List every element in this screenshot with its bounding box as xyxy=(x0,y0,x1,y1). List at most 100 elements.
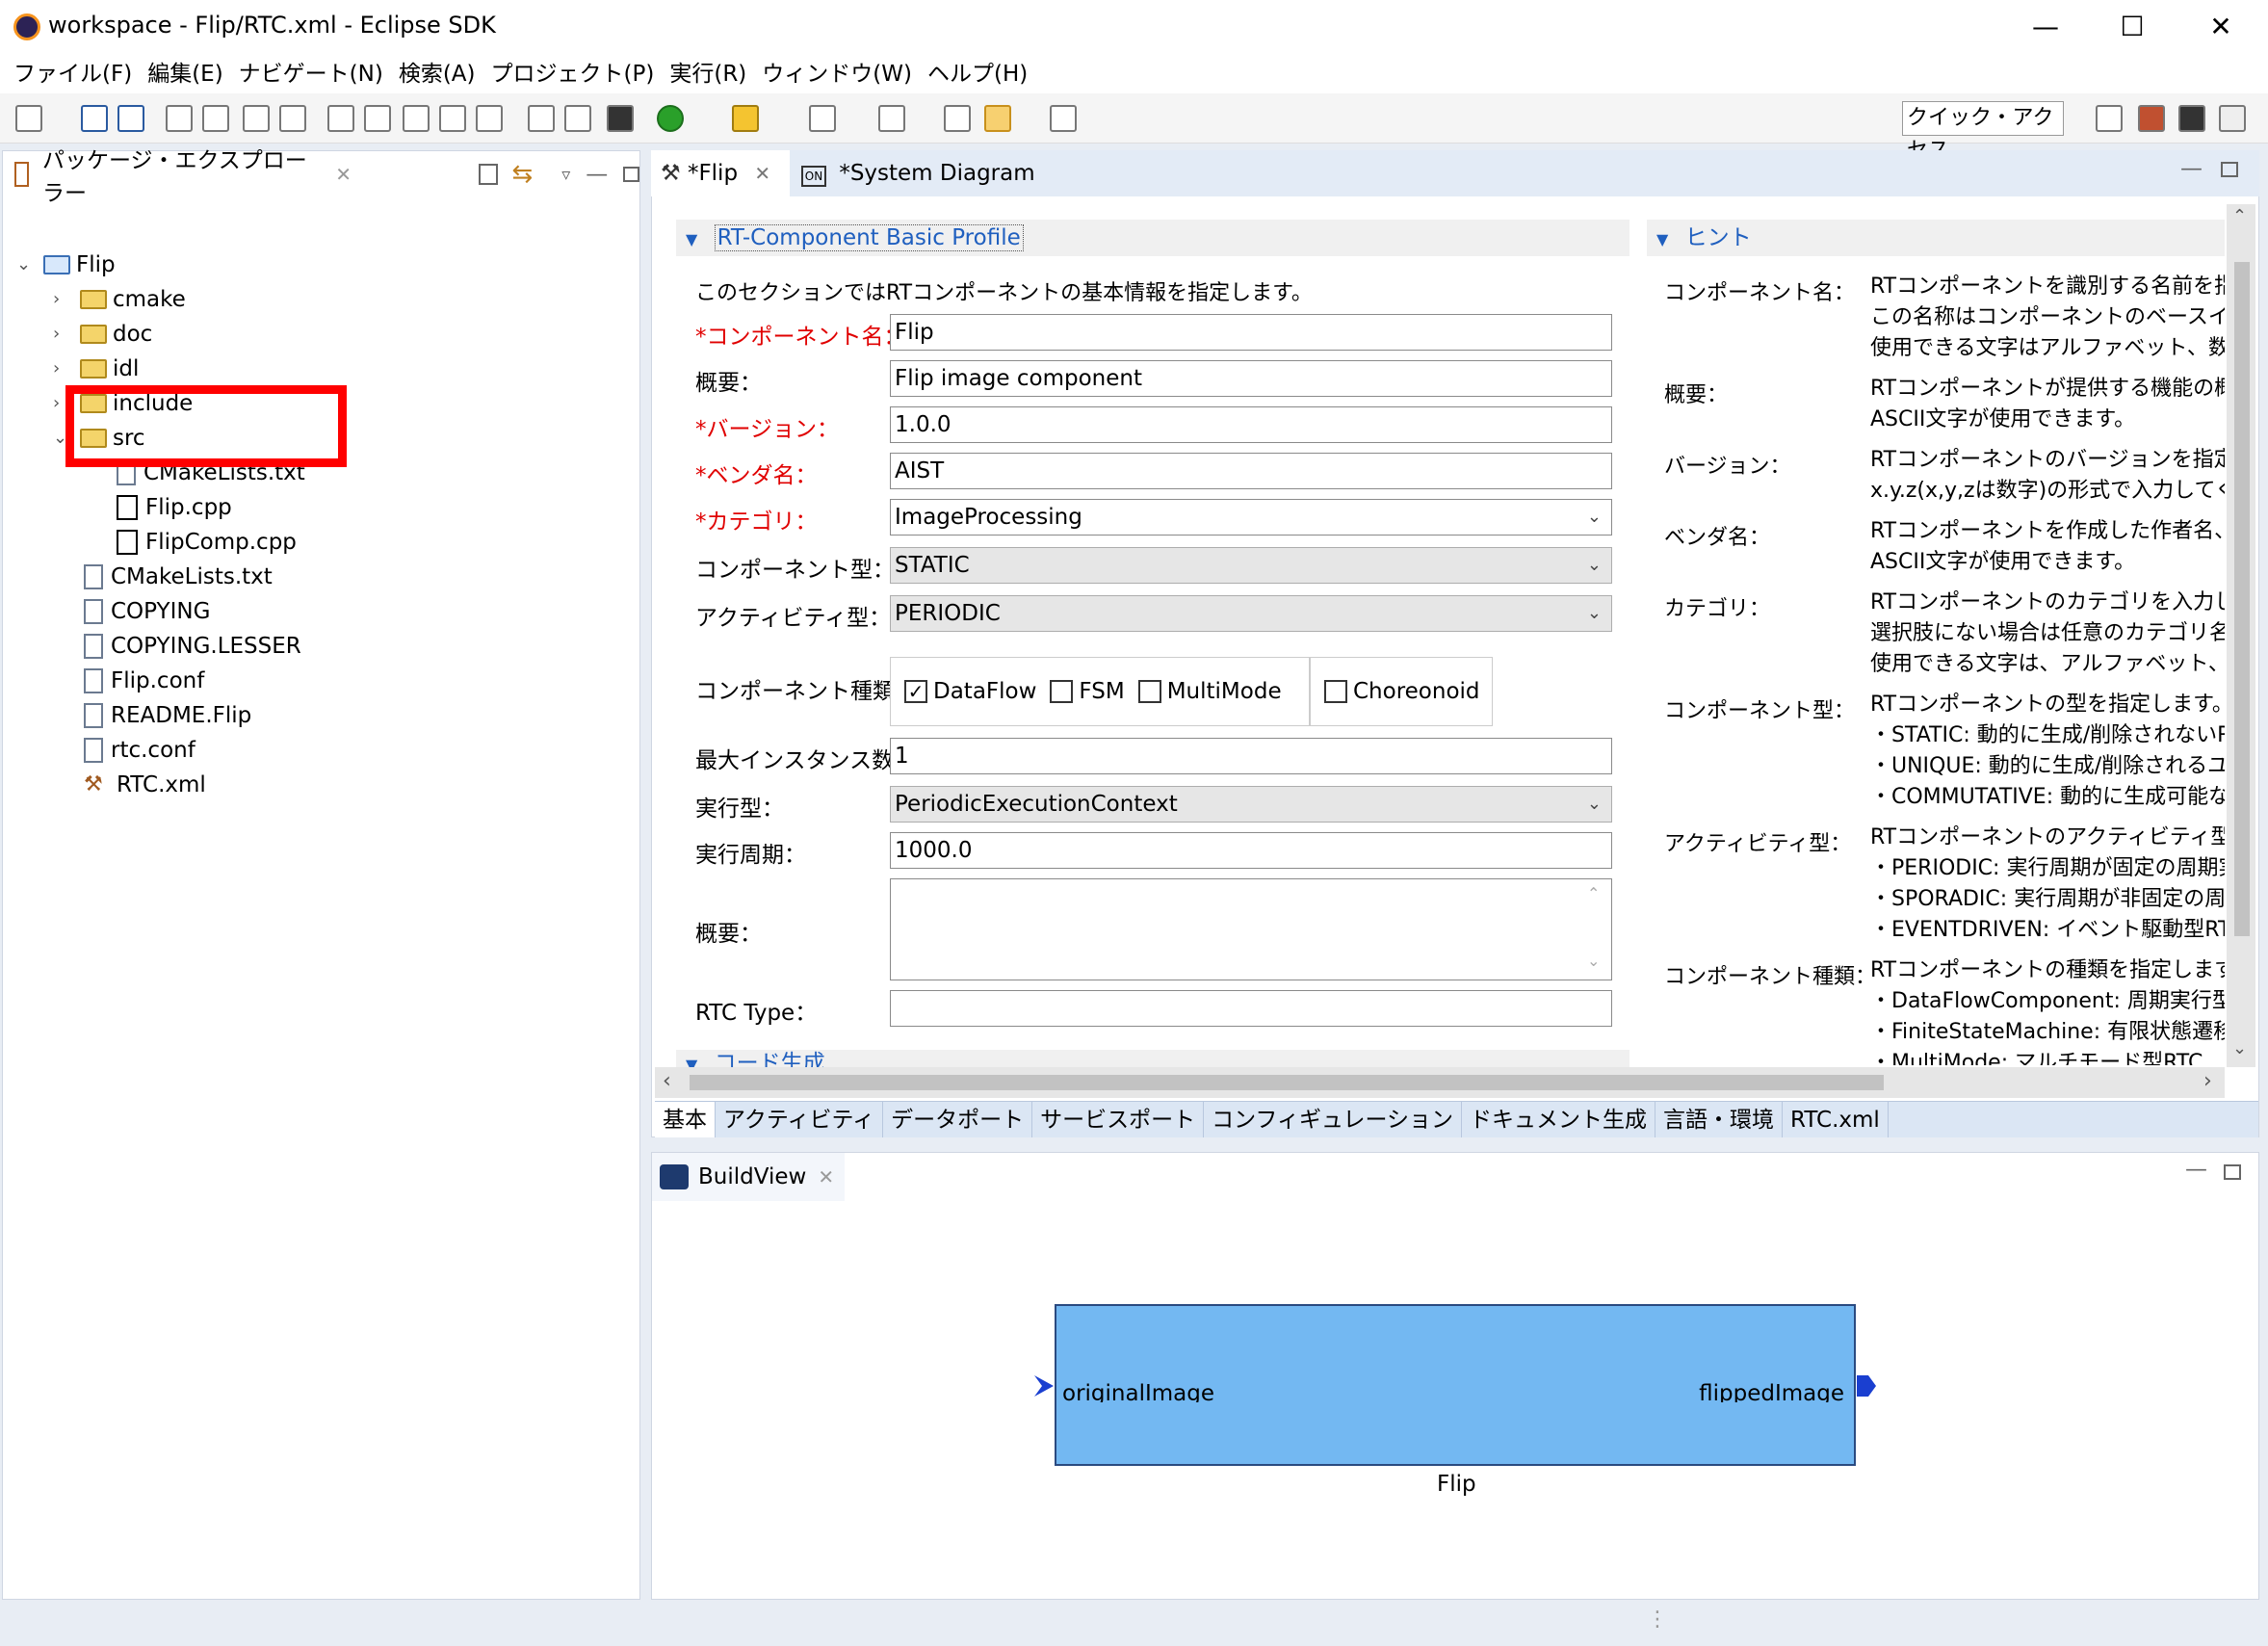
dataflow-checkbox[interactable]: ✓ xyxy=(904,680,927,703)
toolbar-tool-icon[interactable] xyxy=(364,105,391,132)
chevron-down-icon[interactable]: ⌄ xyxy=(2232,1038,2247,1058)
chevron-up-icon[interactable]: ⌃ xyxy=(1587,884,1600,902)
tree-item-flipcomp-cpp[interactable]: FlipComp.cpp xyxy=(117,525,297,560)
collapse-section-icon[interactable]: ▼ xyxy=(676,230,707,248)
tree-item-readme[interactable]: README.Flip xyxy=(84,698,251,733)
save-icon[interactable] xyxy=(81,105,108,132)
tab-basic[interactable]: 基本 xyxy=(655,1102,716,1137)
chevron-right-icon[interactable]: › xyxy=(53,326,66,343)
chevron-right-icon[interactable]: › xyxy=(53,291,66,308)
tree-item-rtc-xml[interactable]: ⚒ RTC.xml xyxy=(84,768,206,802)
quick-access-input[interactable]: クイック・アクセス xyxy=(1902,101,2064,163)
menu-run[interactable]: 実行(R) xyxy=(662,55,754,93)
toolbar-tool-icon[interactable] xyxy=(528,105,555,132)
tab-rtc-xml[interactable]: RTC.xml xyxy=(1783,1102,1889,1137)
rt-icon[interactable] xyxy=(607,105,634,132)
tab-flip[interactable]: ⚒ *Flip ✕ xyxy=(651,150,790,196)
chevron-up-icon[interactable]: ⌃ xyxy=(2232,206,2247,226)
maximize-button[interactable]: ☐ xyxy=(2103,8,2161,46)
component-type-select[interactable]: STATIC ⌄ xyxy=(890,547,1612,584)
tree-item-flip[interactable]: ⌄ Flip xyxy=(16,248,116,282)
rt-perspective-icon[interactable] xyxy=(2178,105,2205,132)
maximize-view-icon[interactable] xyxy=(2221,162,2238,177)
scrollbar-thumb[interactable] xyxy=(2234,262,2250,936)
menu-file[interactable]: ファイル(F) xyxy=(6,55,140,93)
tree-item-flip-conf[interactable]: Flip.conf xyxy=(84,664,204,698)
maximize-view-icon[interactable] xyxy=(623,167,639,182)
menu-navigate[interactable]: ナビゲート(N) xyxy=(231,55,391,93)
tree-item-cmake[interactable]: › cmake xyxy=(53,282,186,317)
maximize-view-icon[interactable] xyxy=(2224,1164,2241,1180)
minimize-view-icon[interactable]: — xyxy=(2185,1157,2207,1182)
toolbar-tool-icon[interactable] xyxy=(279,105,306,132)
tab-language-environment[interactable]: 言語・環境 xyxy=(1655,1102,1784,1137)
collapse-section-icon[interactable]: ▼ xyxy=(1647,230,1678,248)
rt-system-perspective-icon[interactable] xyxy=(2219,105,2246,132)
toolbar-tool-icon[interactable] xyxy=(476,105,503,132)
chevron-left-icon[interactable]: ‹ xyxy=(663,1069,671,1093)
version-input[interactable]: 1.0.0 xyxy=(890,406,1612,443)
execution-rate-input[interactable]: 1000.0 xyxy=(890,832,1612,869)
menu-window[interactable]: ウィンドウ(W) xyxy=(754,55,920,93)
tab-documentation[interactable]: ドキュメント生成 xyxy=(1462,1102,1656,1137)
view-menu-icon[interactable]: ▿ xyxy=(561,165,570,185)
tree-item-flip-cpp[interactable]: Flip.cpp xyxy=(117,490,232,525)
chevron-right-icon[interactable]: › xyxy=(53,360,66,378)
minimize-view-icon[interactable]: — xyxy=(586,162,608,187)
multimode-checkbox[interactable] xyxy=(1137,680,1161,703)
menu-help[interactable]: ヘルプ(H) xyxy=(920,55,1035,93)
rtc-type-input[interactable] xyxy=(890,990,1612,1027)
menu-edit[interactable]: 編集(E) xyxy=(140,55,230,93)
hint-section-header[interactable]: ▼ ヒント xyxy=(1647,220,2225,256)
toolbar-tool-icon[interactable] xyxy=(243,105,270,132)
link-editor-icon[interactable]: ⇆ xyxy=(511,160,533,189)
tree-item-rtc-conf[interactable]: rtc.conf xyxy=(84,733,196,768)
description-input[interactable]: Flip image component xyxy=(890,360,1612,397)
scrollbar-thumb[interactable] xyxy=(690,1075,1884,1090)
chevron-right-icon[interactable]: › xyxy=(2203,1069,2212,1093)
chevron-down-icon[interactable]: ⌄ xyxy=(1587,952,1600,970)
component-name-input[interactable]: Flip xyxy=(890,314,1612,351)
close-button[interactable]: ✕ xyxy=(2192,8,2250,46)
basic-profile-section-header[interactable]: ▼ RT-Component Basic Profile xyxy=(676,220,1629,256)
vertical-scrollbar[interactable]: ⌃ ⌄ xyxy=(2227,204,2255,1067)
close-icon[interactable]: ✕ xyxy=(754,162,770,185)
chevron-down-icon[interactable]: ⌄ xyxy=(53,430,67,447)
last-edit-icon[interactable] xyxy=(944,105,971,132)
toolbar-tool-icon[interactable] xyxy=(202,105,229,132)
forward-icon[interactable] xyxy=(1050,105,1077,132)
chevron-down-icon[interactable]: ⌄ xyxy=(16,256,31,274)
menu-project[interactable]: プロジェクト(P) xyxy=(483,55,663,93)
tab-system-diagram[interactable]: ON *System Diagram xyxy=(801,150,1052,196)
toolbar-tool-icon[interactable] xyxy=(327,105,354,132)
chevron-down-icon[interactable]: ⌄ xyxy=(1587,787,1602,822)
new-icon[interactable] xyxy=(15,105,42,132)
tab-data-port[interactable]: データポート xyxy=(883,1102,1033,1137)
chevron-down-icon[interactable]: ⌄ xyxy=(1587,548,1602,583)
horizontal-scrollbar[interactable]: ‹ › xyxy=(655,1067,2225,1098)
tree-item-idl[interactable]: › idl xyxy=(53,352,139,386)
collapse-section-icon[interactable]: ▼ xyxy=(676,1056,707,1067)
tab-activity[interactable]: アクティビティ xyxy=(716,1102,884,1137)
external-tools-icon[interactable] xyxy=(732,105,759,132)
tree-item-copying-lesser[interactable]: COPYING.LESSER xyxy=(84,629,301,664)
activity-type-select[interactable]: PERIODIC ⌄ xyxy=(890,595,1612,632)
buildview-tab[interactable]: BuildView ✕ xyxy=(652,1153,845,1201)
package-explorer-tab[interactable]: パッケージ・エクスプローラー ✕ ⇆ ▿ — xyxy=(3,148,639,206)
chevron-down-icon[interactable]: ⌄ xyxy=(1587,596,1602,631)
run-icon[interactable] xyxy=(657,105,684,132)
tab-service-port[interactable]: サービスポート xyxy=(1032,1102,1205,1137)
rt-component-block[interactable]: originalImage flippedImage xyxy=(1055,1304,1856,1466)
close-icon[interactable]: ✕ xyxy=(335,163,352,186)
toolbar-tool-icon[interactable] xyxy=(166,105,193,132)
perspective-icon[interactable] xyxy=(2138,105,2165,132)
category-combo[interactable]: ImageProcessing ⌄ xyxy=(890,499,1612,536)
tree-item-cmakelists[interactable]: CMakeLists.txt xyxy=(84,560,273,594)
back-icon[interactable] xyxy=(984,105,1011,132)
tree-item-doc[interactable]: › doc xyxy=(53,317,152,352)
next-annotation-icon[interactable] xyxy=(809,105,836,132)
minimize-view-icon[interactable]: — xyxy=(2180,156,2203,181)
toolbar-tool-icon[interactable] xyxy=(564,105,591,132)
collapse-all-icon[interactable] xyxy=(479,164,499,185)
choreonoid-checkbox[interactable] xyxy=(1324,680,1347,703)
